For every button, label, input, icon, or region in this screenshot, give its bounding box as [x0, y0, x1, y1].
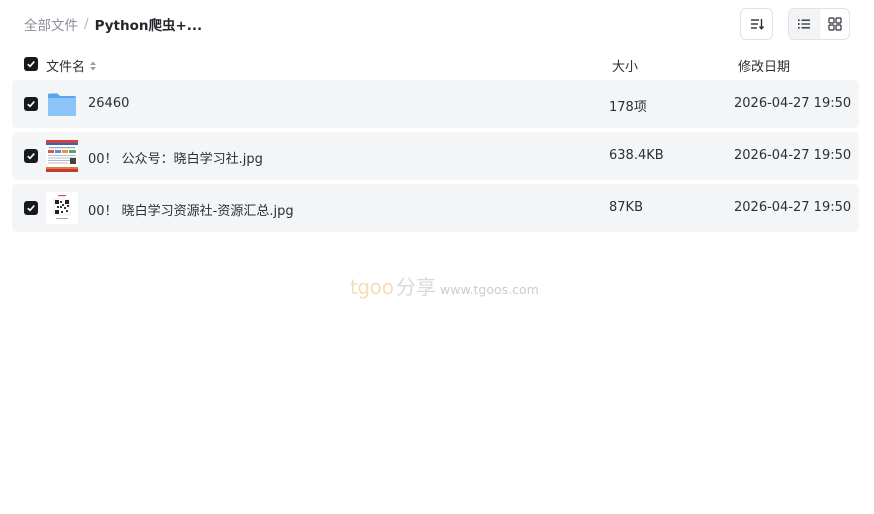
watermark-brand-b: oo [369, 275, 395, 299]
image-thumbnail-icon [46, 140, 78, 172]
watermark-brand-cn: 分享 [396, 275, 437, 299]
watermark: tg oo 分享 www.tgoos.com [350, 271, 539, 300]
sort-toggle-icon [90, 61, 97, 70]
list-view-icon [798, 19, 810, 29]
file-row[interactable]: 26460 178项 2026-04-27 19:50 [12, 80, 859, 128]
row-checkbox[interactable] [24, 97, 38, 111]
grid-view-button[interactable] [819, 9, 849, 39]
select-all-checkbox[interactable] [24, 57, 38, 71]
file-name[interactable]: 00！ 晓白学习资源社-资源汇总.jpg [88, 200, 294, 219]
column-header-name[interactable]: 文件名 [46, 56, 98, 75]
folder-icon [48, 93, 76, 116]
watermark-url: www.tgoos.com [440, 282, 539, 297]
breadcrumb-current: Python爬虫+... [94, 18, 203, 34]
list-view-button[interactable] [789, 9, 819, 39]
breadcrumb-separator: / [84, 16, 89, 32]
checkmark-icon [27, 61, 35, 68]
column-header-name-label: 文件名 [46, 60, 86, 75]
row-checkbox[interactable] [24, 149, 38, 163]
file-name[interactable]: 26460 [88, 96, 129, 111]
file-name[interactable]: 00！ 公众号：晓白学习社.jpg [88, 148, 263, 167]
view-switcher [788, 8, 850, 40]
row-checkbox[interactable] [24, 201, 38, 215]
file-date: 2026-04-27 19:50 [734, 96, 852, 111]
file-row[interactable]: 00！ 晓白学习资源社-资源汇总.jpg 87KB 2026-04-27 19:… [12, 184, 859, 232]
file-date: 2026-04-27 19:50 [734, 200, 852, 215]
sort-button[interactable] [740, 8, 773, 40]
sort-list-icon [750, 19, 764, 30]
breadcrumb-root-link[interactable]: 全部文件 [24, 14, 78, 34]
file-size: 178项 [609, 100, 647, 115]
file-row[interactable]: 00！ 公众号：晓白学习社.jpg 638.4KB 2026-04-27 19:… [12, 132, 859, 180]
breadcrumb: 全部文件 / Python爬虫+... [24, 14, 202, 34]
column-header-size[interactable]: 大小 [612, 56, 638, 75]
column-header-date[interactable]: 修改日期 [738, 56, 790, 75]
file-size: 87KB [609, 200, 643, 215]
file-date: 2026-04-27 19:50 [734, 148, 852, 163]
file-list-header: 文件名 大小 修改日期 [12, 50, 859, 78]
checkmark-icon [27, 101, 35, 108]
grid-view-icon [827, 17, 842, 31]
checkmark-icon [27, 205, 35, 212]
checkmark-icon [27, 153, 35, 160]
watermark-brand-a: tg [350, 275, 370, 299]
qr-code-thumbnail-icon [46, 192, 78, 224]
file-size: 638.4KB [609, 148, 664, 163]
